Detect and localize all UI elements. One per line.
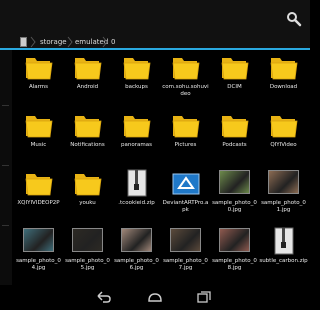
- image-thumbnail: [268, 170, 299, 194]
- image-thumbnail: [219, 170, 250, 194]
- item-label: QIYIVideo: [270, 142, 297, 148]
- side-panel-handle[interactable]: [0, 50, 12, 285]
- folder-icon: [270, 58, 298, 80]
- folder-icon: [74, 116, 102, 138]
- breadcrumb-separator-icon: [30, 36, 36, 48]
- folder-icon: [74, 58, 102, 80]
- folder-icon: [172, 116, 200, 138]
- item-label: DeviantARTPro.apk: [162, 200, 209, 213]
- breadcrumb-item-storage[interactable]: storage: [40, 36, 67, 48]
- item-label: DCIM: [227, 84, 242, 90]
- item-label: Music: [30, 142, 47, 148]
- folder-icon: [123, 58, 151, 80]
- file-grid: Alarms Android backups com.sohu.sohuvideo DC…: [12, 50, 310, 285]
- divider: [2, 165, 9, 166]
- folder-icon: [270, 116, 298, 138]
- folder-item[interactable]: com.sohu.sohuvideo: [161, 50, 210, 108]
- breadcrumb-separator-icon: [102, 36, 108, 48]
- home-icon[interactable]: [148, 291, 162, 303]
- file-item[interactable]: subtle_carbon.zip: [259, 224, 308, 282]
- folder-item[interactable]: Pictures: [161, 108, 210, 166]
- file-item[interactable]: sample_photo_07.jpg: [161, 224, 210, 282]
- folder-item[interactable]: Podcasts: [210, 108, 259, 166]
- folder-item[interactable]: QIYIVideo: [259, 108, 308, 166]
- folder-item[interactable]: Alarms: [14, 50, 63, 108]
- item-label: Notifications: [70, 142, 105, 148]
- folder-item[interactable]: DCIM: [210, 50, 259, 108]
- folder-icon: [25, 116, 53, 138]
- item-label: sample_photo_04.jpg: [16, 258, 61, 271]
- folder-item[interactable]: youku: [63, 166, 112, 224]
- breadcrumb: storage emulated 0: [0, 36, 310, 50]
- action-bar: [0, 0, 310, 36]
- zip-file-icon: [274, 227, 294, 255]
- file-item[interactable]: DeviantARTPro.apk: [161, 166, 210, 224]
- item-label: sample_photo_06.jpg: [114, 258, 159, 271]
- item-label: panoramas: [121, 142, 152, 148]
- folder-icon: [74, 174, 102, 196]
- folder-item[interactable]: Download: [259, 50, 308, 108]
- folder-icon: [123, 116, 151, 138]
- file-item[interactable]: sample_photo_00.jpg: [210, 166, 259, 224]
- item-label: Pictures: [174, 142, 197, 148]
- navigation-bar: [0, 285, 310, 310]
- folder-item[interactable]: Notifications: [63, 108, 112, 166]
- file-item[interactable]: sample_photo_04.jpg: [14, 224, 63, 282]
- image-thumbnail: [72, 228, 103, 252]
- breadcrumb-separator-icon: [67, 36, 73, 48]
- item-label: sample_photo_01.jpg: [261, 200, 306, 213]
- apk-file-icon: [172, 173, 200, 195]
- folder-icon: [221, 116, 249, 138]
- search-icon[interactable]: [286, 11, 302, 27]
- item-label: Android: [76, 84, 99, 90]
- divider: [2, 225, 9, 226]
- item-label: youku: [79, 200, 96, 206]
- item-label: com.sohu.sohuvideo: [162, 84, 209, 97]
- image-thumbnail: [121, 228, 152, 252]
- folder-icon: [25, 174, 53, 196]
- folder-icon: [25, 58, 53, 80]
- file-item[interactable]: .tcookieid.zip: [112, 166, 161, 224]
- item-label: .tcookieid.zip: [118, 200, 155, 206]
- item-label: sample_photo_05.jpg: [65, 258, 110, 271]
- image-thumbnail: [23, 228, 54, 252]
- item-label: sample_photo_00.jpg: [212, 200, 257, 213]
- zip-file-icon: [127, 169, 147, 197]
- item-label: XQIYIVIDEOP2P: [17, 200, 60, 206]
- item-label: Alarms: [28, 84, 49, 90]
- file-item[interactable]: sample_photo_05.jpg: [63, 224, 112, 282]
- folder-icon: [172, 58, 200, 80]
- folder-item[interactable]: XQIYIVIDEOP2P: [14, 166, 63, 224]
- folder-icon: [221, 58, 249, 80]
- folder-item[interactable]: panoramas: [112, 108, 161, 166]
- item-label: Download: [269, 84, 298, 90]
- folder-item[interactable]: backups: [112, 50, 161, 108]
- file-item[interactable]: sample_photo_08.jpg: [210, 224, 259, 282]
- storage-drive-icon[interactable]: [20, 37, 27, 47]
- item-label: Podcasts: [222, 142, 247, 148]
- item-label: sample_photo_07.jpg: [163, 258, 208, 271]
- item-label: backups: [125, 84, 148, 90]
- file-item[interactable]: sample_photo_06.jpg: [112, 224, 161, 282]
- recents-icon[interactable]: [197, 291, 211, 303]
- image-thumbnail: [219, 228, 250, 252]
- breadcrumb-item-0[interactable]: 0: [111, 36, 115, 48]
- folder-item[interactable]: Android: [63, 50, 112, 108]
- divider: [2, 105, 9, 106]
- folder-item[interactable]: Music: [14, 108, 63, 166]
- image-thumbnail: [170, 228, 201, 252]
- item-label: sample_photo_08.jpg: [212, 258, 257, 271]
- item-label: subtle_carbon.zip: [259, 258, 308, 264]
- file-item[interactable]: sample_photo_01.jpg: [259, 166, 308, 224]
- back-icon[interactable]: [97, 291, 111, 303]
